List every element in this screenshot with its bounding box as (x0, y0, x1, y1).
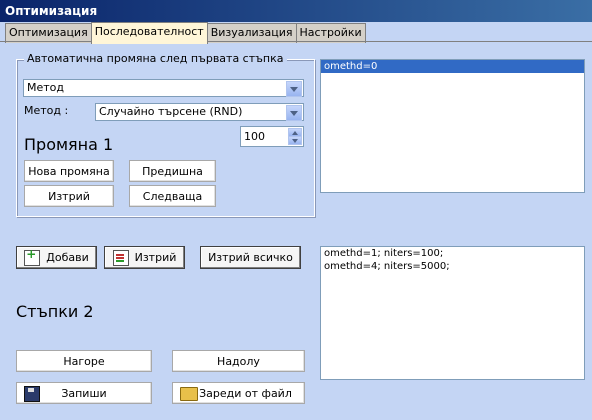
save-label: Запиши (61, 386, 107, 400)
add-step-button[interactable]: Добави (16, 246, 97, 269)
window-title: Оптимизация (0, 0, 592, 22)
list-item[interactable]: omethd=0 (321, 60, 584, 73)
delete-all-button[interactable]: Изтрий всичко (200, 246, 301, 269)
list-item[interactable]: omethd=1; niters=100; (321, 247, 584, 260)
add-icon (24, 247, 41, 266)
parameter-combo-value: Метод (27, 81, 65, 94)
open-folder-icon (180, 387, 198, 401)
parameter-combo[interactable]: Метод (23, 79, 304, 97)
auto-change-legend: Автоматична промяна след първата стъпка (24, 52, 287, 65)
method-combo[interactable]: Случайно търсене (RND) (95, 103, 304, 121)
tab-strip: Оптимизация Последователност Визуализаци… (5, 22, 366, 44)
steps-list[interactable]: omethd=1; niters=100; omethd=4; niters=5… (320, 246, 585, 380)
steps-heading: Стъпки 2 (16, 302, 94, 321)
save-button[interactable]: Запиши (16, 382, 152, 404)
tab-divider (0, 41, 592, 42)
tab-visualization[interactable]: Визуализация (206, 23, 297, 43)
previous-button[interactable]: Предишна (129, 160, 216, 182)
iterations-value: 100 (244, 130, 265, 143)
floppy-disk-icon (24, 386, 40, 402)
tab-sequence[interactable]: Последователност (90, 22, 208, 44)
delete-change-button[interactable]: Изтрий (24, 185, 114, 207)
iterations-spinner[interactable]: 100 (240, 126, 304, 147)
add-step-label: Добави (46, 251, 89, 264)
delete-step-button[interactable]: Изтрий (104, 246, 185, 269)
change-heading: Промяна 1 (24, 135, 114, 154)
new-change-button[interactable]: Нова промяна (24, 160, 114, 182)
tab-optimization[interactable]: Оптимизация (5, 23, 92, 43)
chevron-down-icon[interactable] (286, 105, 302, 121)
delete-icon (112, 249, 129, 266)
chevron-down-icon[interactable] (286, 81, 302, 97)
change-list[interactable]: omethd=0 (320, 59, 585, 193)
load-from-file-button[interactable]: Зареди от файл (172, 382, 305, 404)
tab-settings[interactable]: Настройки (295, 23, 366, 43)
list-item[interactable]: omethd=4; niters=5000; (321, 260, 584, 273)
delete-step-label: Изтрий (134, 251, 177, 264)
method-label: Метод : (24, 104, 69, 117)
next-button[interactable]: Следваща (129, 185, 216, 207)
spin-down-icon[interactable] (288, 136, 302, 145)
move-up-button[interactable]: Нагоре (16, 350, 152, 372)
move-down-button[interactable]: Надолу (172, 350, 305, 372)
load-from-file-label: Зареди от файл (199, 386, 292, 400)
method-combo-value: Случайно търсене (RND) (99, 105, 243, 118)
